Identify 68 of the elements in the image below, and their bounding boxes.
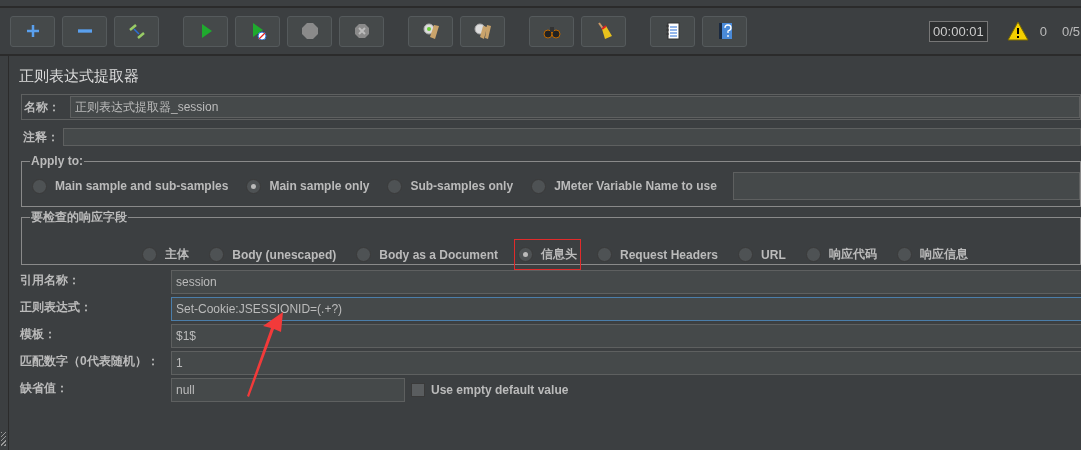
binoculars-button[interactable]	[529, 15, 574, 47]
field-label: 正则表达式：	[19, 299, 93, 316]
radio-option[interactable]: Sub-samples only	[385, 174, 516, 198]
play-button[interactable]	[183, 15, 228, 47]
radio-button[interactable]	[209, 247, 225, 262]
notebook-button[interactable]	[650, 15, 695, 47]
gear-brooms-button[interactable]	[460, 15, 505, 47]
field-label: 引用名称：	[19, 272, 81, 289]
stop-sign-button[interactable]	[287, 15, 332, 47]
pencils-arrow-icon	[127, 22, 146, 40]
radio-button[interactable]	[805, 247, 821, 262]
text-field[interactable]: $1$	[171, 323, 1081, 348]
panel-title: 正则表达式提取器	[19, 66, 140, 86]
warning-icon	[1006, 21, 1029, 41]
radio-button[interactable]	[142, 247, 158, 262]
radio-button[interactable]	[738, 247, 754, 262]
group-title: Apply to:	[30, 154, 84, 168]
radio-option[interactable]: Body (unescaped)	[207, 243, 339, 266]
field-label: 模板：	[19, 326, 57, 343]
radio-button[interactable]	[387, 178, 403, 194]
radio-option[interactable]: 响应代码	[803, 242, 879, 267]
minus-button[interactable]	[62, 15, 107, 47]
radio-button[interactable]	[518, 247, 533, 262]
field-label: 名称：	[23, 98, 61, 116]
field-label: 缺省值：	[19, 380, 69, 397]
minus-icon	[77, 29, 92, 33]
gear-broom-button[interactable]	[408, 15, 453, 47]
warning-count: 0	[1039, 23, 1047, 39]
text-field[interactable]: Set-Cookie:JSESSIONID=(.+?)	[171, 296, 1081, 321]
text-field[interactable]: null	[171, 377, 405, 402]
radio-option[interactable]: JMeter Variable Name to use	[529, 174, 719, 198]
radio-button[interactable]	[32, 178, 47, 194]
resize-grip-icon[interactable]	[1, 432, 6, 446]
radio-option[interactable]: 主体	[140, 242, 192, 267]
help-book-button[interactable]	[702, 15, 747, 47]
radio-option[interactable]: URL	[736, 243, 788, 266]
play-no-timer-button[interactable]	[235, 15, 280, 47]
timer-display: 00:00:01	[929, 20, 988, 42]
gear-broom-icon	[421, 22, 440, 40]
plus-button[interactable]	[10, 15, 55, 47]
text-field[interactable]: 正则表达式提取器_session	[70, 96, 1080, 118]
text-field[interactable]: 1	[171, 350, 1081, 375]
radio-option[interactable]: Request Headers	[595, 243, 721, 266]
stop-sign-icon	[300, 22, 319, 40]
radio-button[interactable]	[246, 178, 262, 194]
group-title: 要检查的响应字段	[30, 209, 128, 226]
text-field[interactable]	[63, 128, 1081, 146]
gear-brooms-icon	[473, 22, 492, 40]
field-label: 匹配数字（0代表随机）：	[19, 353, 160, 370]
broom-button[interactable]	[581, 15, 626, 47]
radio-option[interactable]: 响应信息	[894, 242, 970, 267]
notebook-icon	[663, 22, 682, 40]
checkbox-option[interactable]: Use empty default value	[411, 382, 569, 397]
radio-option[interactable]: Main sample only	[244, 174, 372, 198]
radio-button[interactable]	[356, 247, 372, 262]
radio-button[interactable]	[896, 247, 912, 262]
x-octagon-icon	[352, 22, 371, 40]
thread-count: 0/5	[1061, 23, 1080, 39]
text-field[interactable]	[732, 172, 1080, 200]
radio-option[interactable]: Main sample and sub-samples	[30, 174, 231, 198]
checkbox[interactable]	[411, 382, 425, 397]
field-label: 注释：	[22, 128, 60, 146]
radio-button[interactable]	[531, 178, 547, 194]
radio-button[interactable]	[597, 247, 612, 262]
x-octagon-button[interactable]	[339, 15, 384, 47]
pencils-arrow-button[interactable]	[114, 15, 159, 47]
text-field[interactable]: session	[171, 269, 1081, 294]
radio-option[interactable]: Body as a Document	[354, 243, 500, 266]
